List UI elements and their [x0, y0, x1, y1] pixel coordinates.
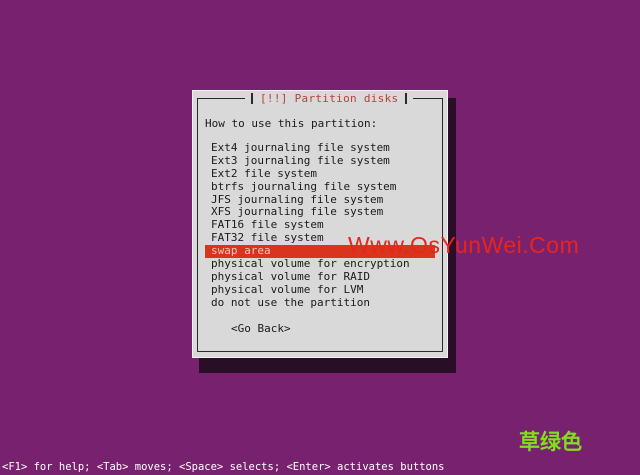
option-btrfs[interactable]: btrfs journaling file system [205, 180, 435, 194]
go-back-button[interactable]: <Go Back> [231, 322, 291, 335]
watermark-logo: 草绿色 [519, 430, 582, 454]
title-divider-right [405, 92, 408, 104]
option-do-not-use[interactable]: do not use the partition [205, 296, 435, 310]
help-bar: <F1> for help; <Tab> moves; <Space> sele… [0, 460, 640, 475]
option-ext2[interactable]: Ext2 file system [205, 167, 435, 181]
option-pv-raid[interactable]: physical volume for RAID [205, 270, 435, 284]
installer-screen: [!!] Partition disks How to use this par… [0, 0, 640, 475]
option-ext3[interactable]: Ext3 journaling file system [205, 154, 435, 168]
dialog-title-bar: [!!] Partition disks [245, 91, 414, 105]
partition-dialog: [!!] Partition disks How to use this par… [192, 90, 448, 358]
option-pv-lvm[interactable]: physical volume for LVM [205, 283, 435, 297]
dialog-title: [!!] Partition disks [260, 91, 399, 105]
watermark-text: Www.OsYunWei.Com [348, 232, 580, 258]
dialog-prompt: How to use this partition: [205, 117, 378, 130]
option-pv-encryption[interactable]: physical volume for encryption [205, 257, 435, 271]
option-ext4[interactable]: Ext4 journaling file system [205, 141, 435, 155]
partition-use-options: Ext4 journaling file system Ext3 journal… [205, 141, 435, 310]
